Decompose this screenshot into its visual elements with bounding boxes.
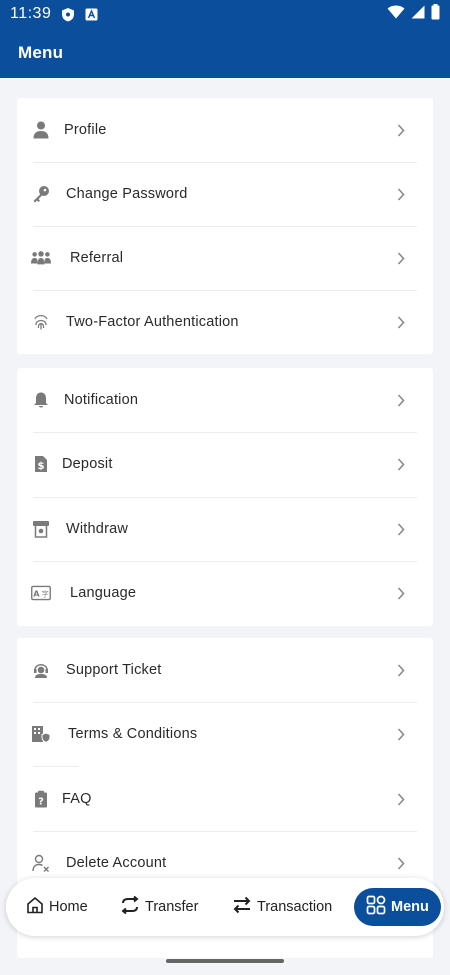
battery-icon (431, 3, 440, 25)
menu-item-terms[interactable]: Terms & Conditions (17, 702, 433, 766)
menu-item-label: Notification (64, 392, 139, 408)
menu-item-label: Referral (70, 250, 124, 266)
app-bar: Menu (0, 28, 450, 78)
person-icon (31, 120, 51, 140)
fingerprint-icon (31, 312, 51, 332)
atm-icon (31, 519, 51, 539)
person-remove-icon (31, 853, 51, 873)
nav-menu-label: Menu (391, 899, 429, 915)
svg-text:字: 字 (41, 590, 48, 599)
question-clipboard-icon: ? (31, 789, 51, 809)
svg-text:?: ? (38, 797, 44, 808)
menu-item-support-ticket[interactable]: Support Ticket (17, 638, 433, 702)
nav-transaction-label: Transaction (257, 899, 333, 915)
language-icon: A字 (31, 583, 51, 603)
menu-item-faq[interactable]: ? FAQ (17, 767, 433, 831)
menu-item-label: Support Ticket (66, 662, 162, 678)
bottom-nav: Home Transfer Transaction Menu (6, 878, 444, 936)
signal-icon (411, 5, 425, 24)
chevron-right-icon (395, 727, 407, 741)
nav-home[interactable]: Home (26, 888, 88, 926)
grid-icon (366, 895, 386, 919)
menu-item-label: Profile (64, 122, 107, 138)
transfer-icon (120, 895, 140, 918)
menu-item-label: Withdraw (66, 521, 129, 537)
menu-content[interactable]: Profile Change Password Referral Two-Fac… (0, 78, 450, 975)
menu-item-label: Language (70, 585, 137, 601)
chevron-right-icon (395, 251, 407, 265)
chevron-right-icon (395, 123, 407, 137)
menu-item-label: Delete Account (66, 855, 167, 871)
menu-item-referral[interactable]: Referral (17, 226, 433, 290)
menu-group-wallet: Notification $ Deposit Withdraw A 字 Lang… (17, 368, 433, 626)
menu-item-language[interactable]: A字 Language (17, 561, 433, 625)
menu-item-two-factor[interactable]: Two-Factor Authentication (17, 290, 433, 354)
menu-item-notification[interactable]: Notification (17, 368, 433, 432)
menu-item-label: Two-Factor Authentication (66, 314, 239, 330)
people-group-icon (31, 248, 51, 268)
page-title: Menu (18, 43, 64, 62)
chevron-right-icon (395, 315, 407, 329)
chevron-right-icon (395, 457, 407, 471)
status-time: 11:39 (10, 5, 52, 22)
wifi-icon (387, 5, 405, 24)
menu-item-label: FAQ (62, 791, 92, 807)
chevron-right-icon (395, 663, 407, 677)
home-indicator[interactable] (166, 959, 284, 963)
nav-transfer[interactable]: Transfer (120, 888, 198, 926)
building-shield-icon (31, 724, 51, 744)
chevron-right-icon (395, 586, 407, 600)
svg-text:A: A (33, 589, 40, 599)
menu-item-withdraw[interactable]: Withdraw (17, 497, 433, 561)
menu-item-change-password[interactable]: Change Password (17, 162, 433, 226)
dollar-document-icon: $ (31, 454, 51, 474)
menu-item-deposit[interactable]: $ Deposit (17, 432, 433, 496)
key-icon (31, 184, 51, 204)
chevron-right-icon (395, 187, 407, 201)
shield-icon (61, 7, 75, 22)
chevron-right-icon (395, 522, 407, 536)
menu-item-profile[interactable]: Profile (17, 98, 433, 162)
chevron-right-icon (395, 393, 407, 407)
swap-icon (232, 896, 252, 918)
menu-item-label: Change Password (66, 186, 188, 202)
nav-menu[interactable]: Menu (354, 888, 441, 926)
nav-transfer-label: Transfer (145, 899, 199, 915)
status-bar: 11:39 (0, 0, 450, 28)
menu-item-label: Terms & Conditions (68, 726, 198, 742)
chevron-right-icon (395, 856, 407, 870)
nav-home-label: Home (49, 899, 88, 915)
svg-text:$: $ (38, 461, 45, 472)
nav-transaction[interactable]: Transaction (232, 888, 332, 926)
home-icon (26, 896, 44, 918)
support-agent-icon (31, 660, 51, 680)
a-box-icon (85, 8, 98, 21)
chevron-right-icon (395, 792, 407, 806)
bell-icon (31, 390, 51, 410)
menu-group-account: Profile Change Password Referral Two-Fac… (17, 98, 433, 354)
menu-item-label: Deposit (62, 456, 113, 472)
